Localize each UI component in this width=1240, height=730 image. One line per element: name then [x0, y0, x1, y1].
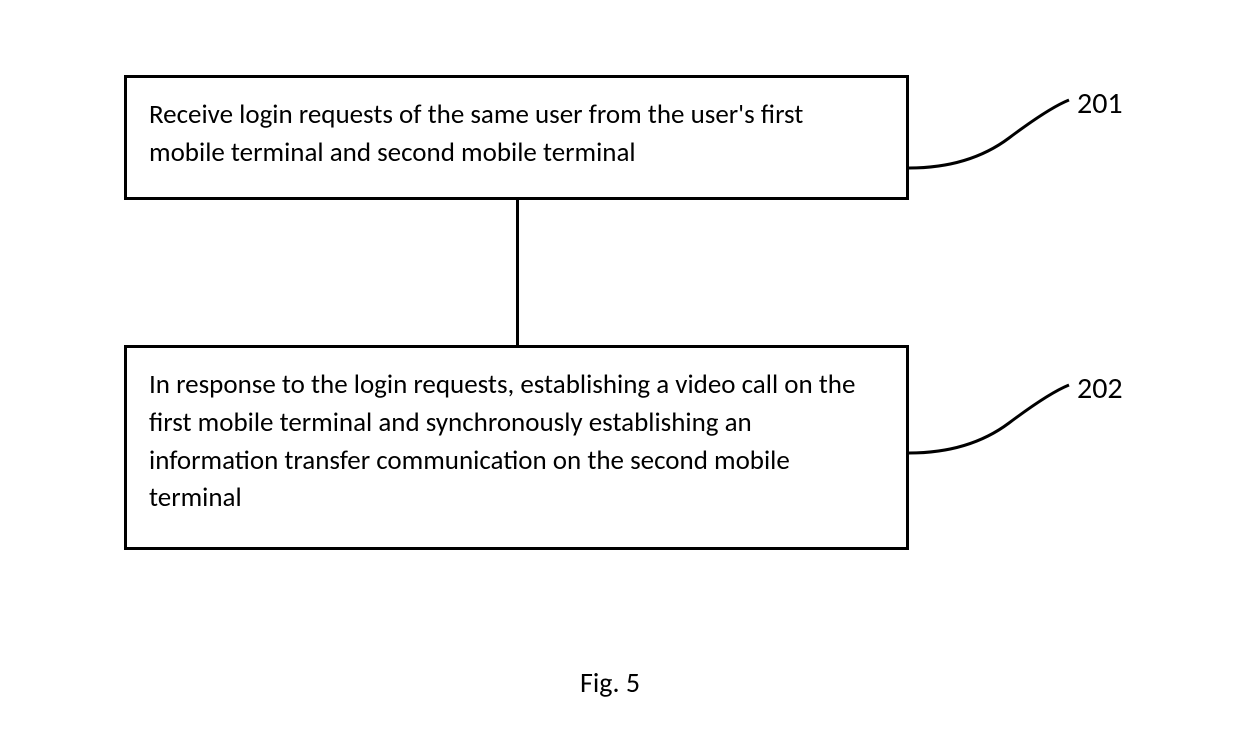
step-text-202: In response to the login requests, estab…	[149, 368, 855, 514]
step-label-201: 201	[1077, 85, 1123, 122]
figure-caption: Fig. 5	[580, 665, 640, 700]
step-text-201: Receive login requests of the same user …	[149, 98, 803, 169]
step-box-202: In response to the login requests, estab…	[124, 345, 909, 550]
step-box-201: Receive login requests of the same user …	[124, 75, 909, 200]
connector-line	[516, 200, 519, 345]
step-label-202: 202	[1077, 370, 1123, 407]
callout-curve-202	[909, 373, 1079, 463]
callout-curve-201	[909, 88, 1079, 178]
flowchart-diagram: Receive login requests of the same user …	[0, 0, 1240, 730]
